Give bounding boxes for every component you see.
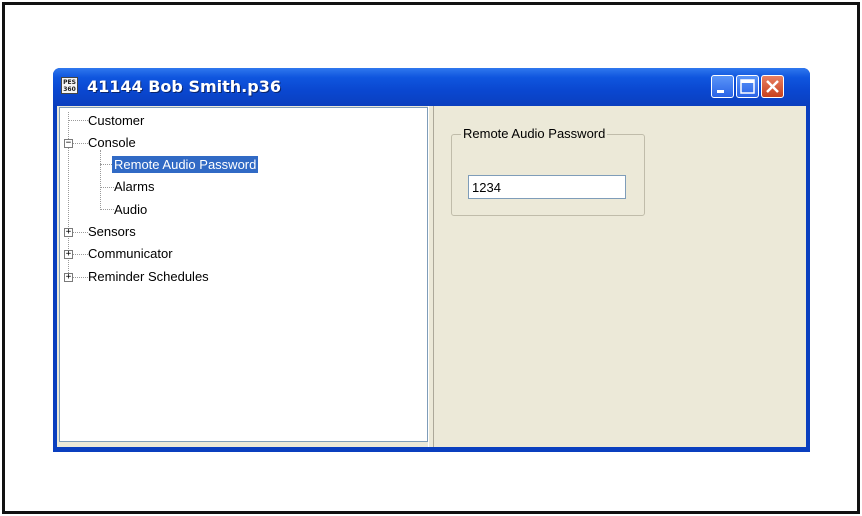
app-icon: PES 360 (61, 77, 78, 94)
tree-item-console[interactable]: Console (86, 134, 138, 151)
close-button[interactable] (761, 75, 784, 98)
tree-item-alarms[interactable]: Alarms (112, 178, 156, 195)
tree-line (68, 120, 88, 121)
maximize-icon (740, 79, 755, 94)
client-area: − + + + Customer Console Remote Audio Pa… (57, 106, 806, 447)
group-label: Remote Audio Password (461, 126, 608, 141)
window-title: 41144 Bob Smith.p36 (87, 77, 281, 96)
tree-item-communicator[interactable]: Communicator (86, 245, 175, 262)
pane-splitter[interactable] (428, 106, 434, 447)
app-window: PES 360 41144 Bob Smith.p36 − + + + Cust… (53, 68, 810, 452)
settings-tree[interactable]: − + + + Customer Console Remote Audio Pa… (59, 107, 428, 442)
title-bar[interactable]: PES 360 41144 Bob Smith.p36 (53, 68, 810, 106)
expand-reminder-schedules-icon[interactable]: + (64, 273, 73, 282)
remote-audio-password-input[interactable] (468, 175, 626, 199)
expand-sensors-icon[interactable]: + (64, 228, 73, 237)
expand-communicator-icon[interactable]: + (64, 250, 73, 259)
tree-item-customer[interactable]: Customer (86, 112, 146, 129)
tree-item-reminder-schedules[interactable]: Reminder Schedules (86, 268, 211, 285)
tree-item-sensors[interactable]: Sensors (86, 223, 138, 240)
minimize-button[interactable] (711, 75, 734, 98)
minimize-icon (717, 90, 724, 93)
maximize-button[interactable] (736, 75, 759, 98)
tree-item-remote-audio-password[interactable]: Remote Audio Password (110, 155, 260, 174)
collapse-console-icon[interactable]: − (64, 139, 73, 148)
close-icon (766, 80, 779, 93)
tree-item-audio[interactable]: Audio (112, 201, 149, 218)
tree-line (100, 150, 101, 210)
